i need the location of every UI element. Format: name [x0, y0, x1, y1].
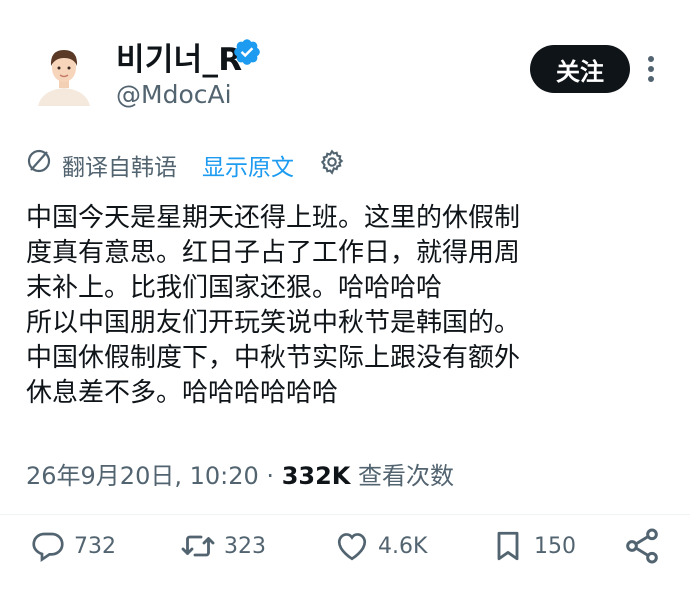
- bookmark-button[interactable]: 150: [490, 528, 576, 564]
- reply-icon: [32, 532, 64, 563]
- meta-separator: ·: [266, 462, 275, 490]
- divider: [0, 514, 690, 515]
- bookmark-icon: [497, 531, 519, 561]
- tweet-line: 度真有意思。红日子占了工作日，就得用周: [26, 238, 521, 268]
- tweet-line: 中国今天是星期天还得上班。这里的休假制: [26, 203, 521, 233]
- repost-button[interactable]: 323: [180, 528, 266, 564]
- like-count: 4.6K: [378, 533, 428, 559]
- tweet-line: 所以中国朋友们开玩笑说中秋节是韩国的。: [26, 308, 521, 338]
- repost-icon: [181, 535, 215, 557]
- bookmark-count: 150: [534, 533, 576, 559]
- author-handle[interactable]: @MdocAi: [116, 80, 232, 109]
- tweet-line: 休息差不多。哈哈哈哈哈哈: [26, 378, 339, 408]
- verified-badge-icon: [232, 37, 262, 67]
- more-options-icon[interactable]: [644, 54, 658, 84]
- heart-icon: [337, 533, 367, 561]
- reply-count: 732: [74, 533, 116, 559]
- tweet-line: 中国休假制度下，中秋节实际上跟没有额外: [26, 343, 521, 373]
- translated-from-label: 翻译自韩语: [62, 155, 177, 181]
- views-label: 查看次数: [358, 462, 455, 490]
- show-original-link[interactable]: 显示原文: [202, 148, 294, 182]
- repost-count: 323: [224, 533, 266, 559]
- author-name[interactable]: 비기너_R: [116, 34, 242, 79]
- avatar[interactable]: [30, 40, 98, 108]
- views-count: 332K: [281, 462, 351, 490]
- timestamp[interactable]: 26年9月20日, 10:20: [26, 462, 259, 490]
- tweet-meta: 26年9月20日, 10:20 · 332K 查看次数: [26, 456, 454, 491]
- reply-button[interactable]: 732: [30, 528, 116, 564]
- share-icon[interactable]: [622, 526, 662, 566]
- translate-icon: [26, 148, 52, 174]
- tweet-text: 中国今天是星期天还得上班。这里的休假制 度真有意思。红日子占了工作日，就得用周 …: [26, 201, 666, 411]
- tweet-line: 末补上。比我们国家还狠。哈哈哈哈: [26, 273, 443, 303]
- gear-icon[interactable]: [318, 148, 346, 176]
- like-button[interactable]: 4.6K: [334, 528, 427, 564]
- follow-button[interactable]: 关注: [530, 45, 630, 93]
